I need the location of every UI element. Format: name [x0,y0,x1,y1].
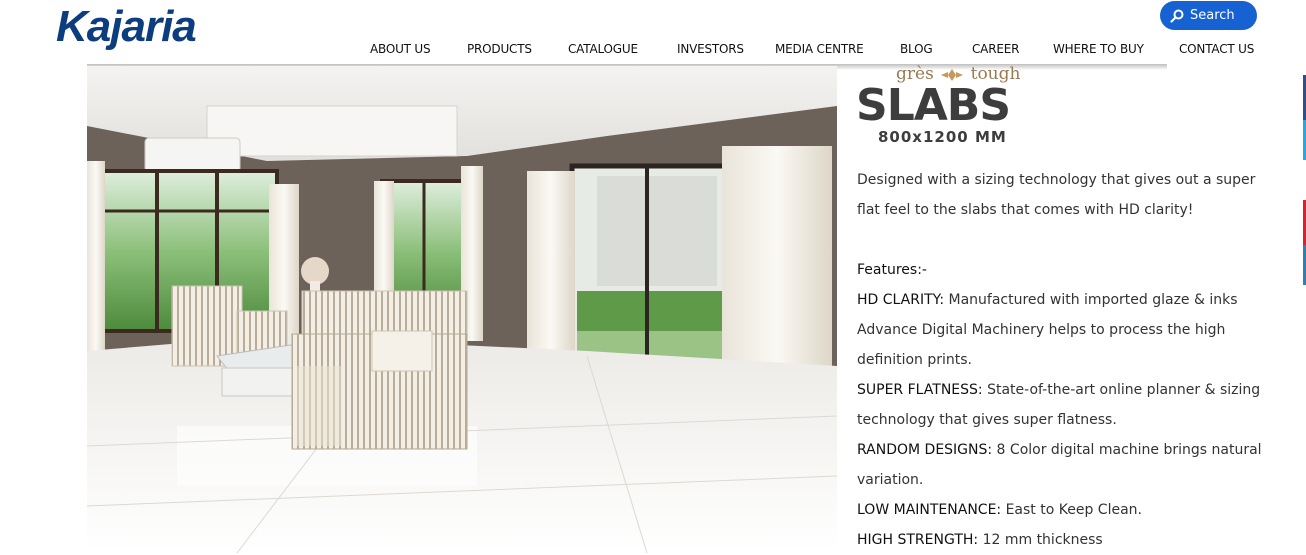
nav-blog[interactable]: BLOG [900,42,933,56]
feature-label: HIGH STRENGTH: [857,532,979,548]
feature-item: HD CLARITY: Manufactured with imported g… [857,285,1277,375]
nav-contact-us[interactable]: CONTACT US [1179,42,1254,56]
features-title: Features:- [857,262,927,278]
kajaria-logo[interactable]: Kajaria [56,2,232,52]
living-room-image [87,66,837,553]
feature-label: HD CLARITY: [857,292,945,308]
feature-item: LOW MAINTENANCE: East to Keep Clean. [857,495,1277,525]
feature-text: East to Keep Clean. [1001,502,1142,518]
feature-label: RANDOM DESIGNS: [857,442,993,458]
nav-about-us[interactable]: ABOUT US [370,42,431,56]
search-label: Search [1190,8,1235,23]
nav-investors[interactable]: INVESTORS [677,42,744,56]
nav-where-to-buy[interactable]: WHERE TO BUY [1053,42,1144,56]
intro-text: Designed with a sizing technology that g… [857,172,1256,218]
search-icon [1170,9,1184,23]
feature-label: LOW MAINTENANCE: [857,502,1002,518]
feature-item: SUPER FLATNESS: State-of-the-art online … [857,375,1277,435]
logo-text: Kajaria [56,2,197,51]
feature-label: SUPER FLATNESS: [857,382,983,398]
search-button[interactable]: Search [1160,1,1257,30]
badge-size: 800x1200 MM [878,128,1007,146]
main-nav: ABOUT US PRODUCTS CATALOGUE INVESTORS ME… [352,42,1272,62]
nav-products[interactable]: PRODUCTS [467,42,532,56]
product-description: Designed with a sizing technology that g… [857,165,1277,555]
feature-item: HIGH STRENGTH: 12 mm thickness [857,525,1277,555]
nav-career[interactable]: CAREER [972,42,1019,56]
nav-media-centre[interactable]: MEDIA CENTRE [775,42,864,56]
badge-title: SLABS [856,80,1011,131]
product-badge: grès tough SLABS 800x1200 MM [856,64,1066,152]
feature-text: 12 mm thickness [978,532,1103,548]
nav-catalogue[interactable]: CATALOGUE [568,42,638,56]
feature-item: RANDOM DESIGNS: 8 Color digital machine … [857,435,1277,495]
